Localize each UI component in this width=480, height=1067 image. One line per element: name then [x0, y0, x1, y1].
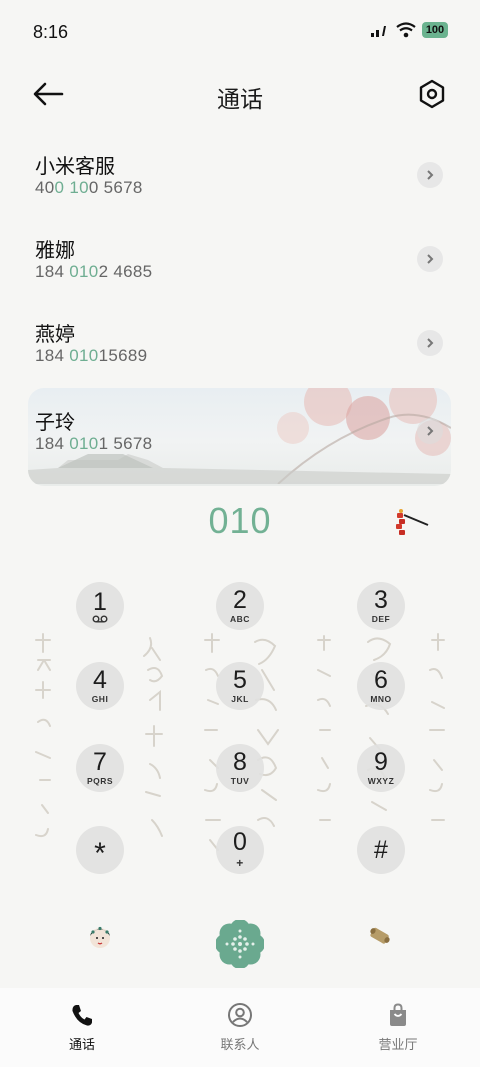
- dial-action-row: [0, 900, 480, 980]
- contact-number: 184 0102 4685: [35, 262, 152, 282]
- tab-store-label: 营业厅: [378, 1037, 418, 1052]
- bottom-nav: 通话 联系人 营业厅: [0, 988, 480, 1067]
- voicemail-icon: [92, 615, 108, 622]
- number-match-highlight: 010: [69, 262, 99, 281]
- key-letters: PQRS: [86, 776, 114, 786]
- header: 通话: [0, 66, 480, 126]
- key-5[interactable]: 5 JKL: [216, 662, 264, 710]
- battery-indicator: 100: [422, 22, 448, 38]
- number-match-highlight: 010: [69, 346, 99, 365]
- number-part: 40: [35, 178, 55, 197]
- key-letters: GHI: [91, 694, 109, 704]
- contact-row[interactable]: 燕婷 184 01015689: [28, 300, 451, 384]
- key-digit: 8: [233, 748, 247, 776]
- chevron-right-icon[interactable]: [417, 418, 443, 444]
- key-2[interactable]: 2 ABC: [216, 582, 264, 630]
- status-time: 8:16: [33, 22, 69, 42]
- flower-call-icon[interactable]: [216, 920, 264, 968]
- contact-row[interactable]: 小米客服 400 100 5678: [28, 132, 451, 216]
- contact-name: 雅娜: [35, 240, 75, 262]
- scroll-icon[interactable]: [368, 924, 392, 948]
- signal-icon: [371, 26, 386, 37]
- chevron-right-icon[interactable]: [417, 330, 443, 356]
- key-3[interactable]: 3 DEF: [357, 582, 405, 630]
- page-title: 通话: [217, 86, 263, 112]
- key-letters: TUV: [230, 776, 250, 786]
- key-6[interactable]: 6 MNO: [357, 662, 405, 710]
- key-star[interactable]: *: [76, 826, 124, 874]
- contact-number: 184 0101 5678: [35, 434, 152, 454]
- key-digit: 4: [93, 666, 107, 694]
- bag-icon: [390, 1003, 406, 1026]
- key-digit: 0: [233, 828, 247, 856]
- key-letters: MNO: [370, 694, 392, 704]
- key-letters: ABC: [230, 614, 250, 624]
- number-part: 184: [35, 262, 70, 281]
- wifi-icon: [396, 22, 416, 38]
- opera-avatar-icon[interactable]: [87, 924, 113, 950]
- key-letters: JKL: [231, 694, 249, 704]
- key-9[interactable]: 9 WXYZ: [357, 744, 405, 792]
- contact-name: 子玲: [35, 412, 75, 434]
- settings-icon[interactable]: [416, 78, 448, 110]
- firecracker-icon[interactable]: [390, 505, 430, 541]
- number-part: 2 4685: [98, 262, 153, 281]
- number-part: 1 5678: [98, 434, 153, 453]
- tab-calls[interactable]: 通话: [22, 1002, 142, 1053]
- contact-number: 400 100 5678: [35, 178, 143, 198]
- contact-number: 184 01015689: [35, 346, 147, 366]
- phone-icon: [72, 1005, 92, 1026]
- key-digit: 7: [93, 748, 107, 776]
- key-1[interactable]: 1: [76, 582, 124, 630]
- contact-name: 燕婷: [35, 324, 75, 346]
- key-0[interactable]: 0 +: [216, 826, 264, 874]
- key-7[interactable]: 7 PQRS: [76, 744, 124, 792]
- key-digit: 3: [374, 586, 388, 614]
- key-letters: WXYZ: [367, 776, 395, 786]
- chevron-right-icon[interactable]: [417, 162, 443, 188]
- number-match-highlight: 10: [69, 178, 89, 197]
- key-hash[interactable]: #: [357, 826, 405, 874]
- key-digit: 5: [233, 666, 247, 694]
- number-match-highlight: 0: [54, 178, 65, 197]
- key-digit: 1: [93, 587, 107, 616]
- tab-contacts-label: 联系人: [220, 1037, 260, 1052]
- tab-store[interactable]: 营业厅: [338, 1002, 458, 1053]
- person-icon: [228, 1003, 252, 1027]
- key-8[interactable]: 8 TUV: [216, 744, 264, 792]
- contact-row[interactable]: 雅娜 184 0102 4685: [28, 216, 451, 300]
- number-match-highlight: 010: [69, 434, 99, 453]
- key-letters: DEF: [371, 614, 391, 624]
- key-digit: 9: [374, 748, 388, 776]
- chevron-right-icon[interactable]: [417, 246, 443, 272]
- key-4[interactable]: 4 GHI: [76, 662, 124, 710]
- key-digit: 2: [233, 586, 247, 614]
- number-part: 15689: [98, 346, 148, 365]
- contact-row[interactable]: 子玲 184 0101 5678: [28, 388, 451, 486]
- contact-name: 小米客服: [35, 156, 115, 178]
- number-part: 0 5678: [88, 178, 143, 197]
- key-digit: 6: [374, 666, 388, 694]
- key-digit: #: [374, 835, 388, 864]
- tab-calls-label: 通话: [68, 1037, 95, 1052]
- status-icons: 100: [370, 22, 448, 38]
- key-letters: +: [236, 856, 244, 870]
- key-digit: *: [94, 837, 106, 870]
- number-part: 184: [35, 346, 70, 365]
- status-bar: 8:16 100: [0, 0, 480, 66]
- tab-contacts[interactable]: 联系人: [180, 1002, 300, 1053]
- number-part: 184: [35, 434, 70, 453]
